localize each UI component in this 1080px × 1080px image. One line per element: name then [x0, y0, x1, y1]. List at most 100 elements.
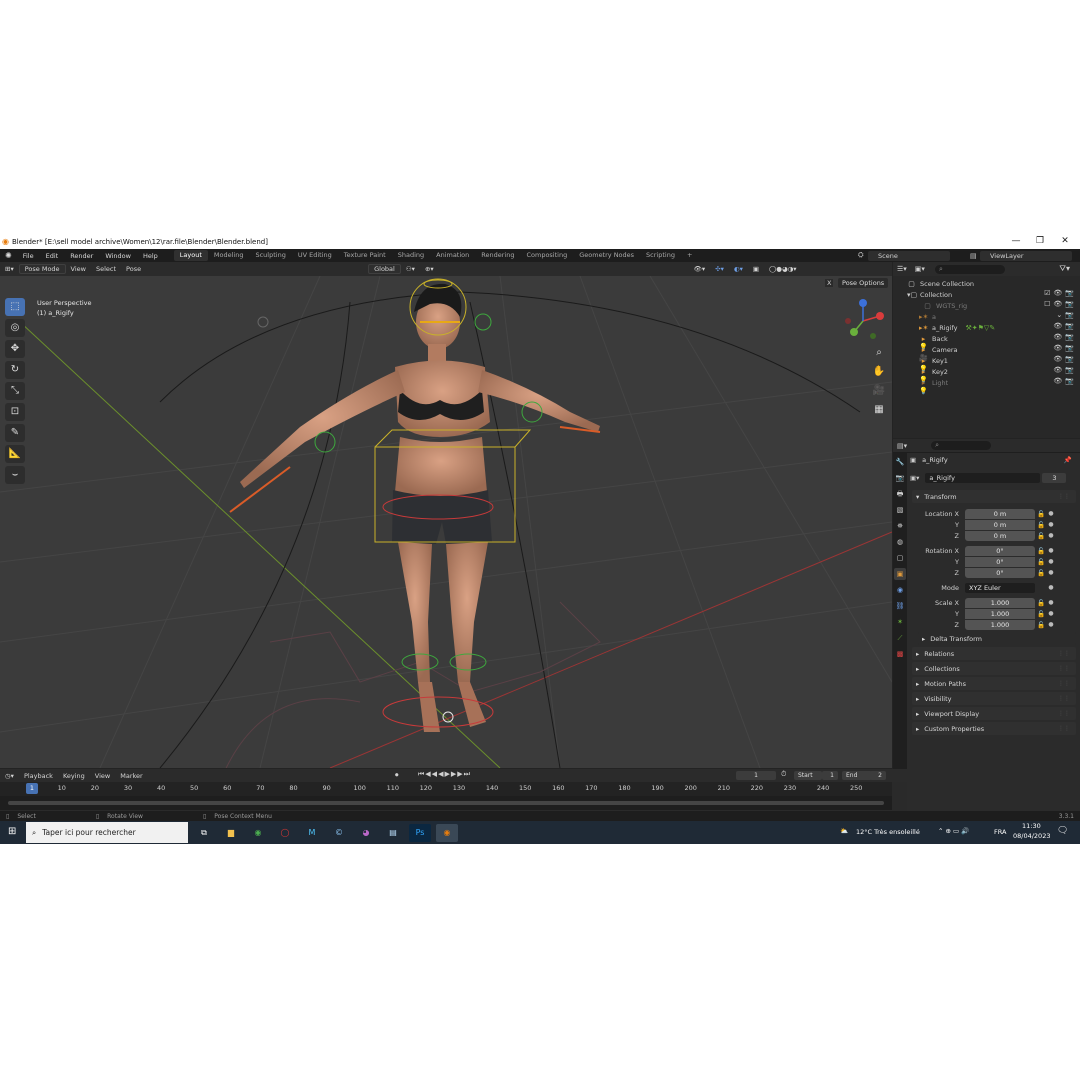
pan-view-icon[interactable]: ✋ [871, 364, 887, 380]
photoshop-icon[interactable]: Ps [409, 823, 431, 842]
menu-window[interactable]: Window [99, 252, 137, 260]
timeline-ruler[interactable]: 1 10 20 30 40 50 60 70 80 90 100 110 120 130 140 150 16… [0, 782, 892, 796]
overlay-toggle-icon[interactable]: ◐▾ [729, 265, 748, 273]
pose-menu[interactable]: Pose [121, 265, 146, 273]
move-tool-icon[interactable]: ✥ [5, 340, 25, 358]
chrome-icon[interactable]: ◉ [247, 824, 269, 842]
playback-menu[interactable]: Playback [19, 772, 58, 780]
timeline-track[interactable] [0, 796, 892, 810]
scene-tab-icon[interactable]: ⛯ [894, 520, 906, 532]
list-item[interactable]: ▾▢ Collection ☑👁📷 [893, 289, 1080, 300]
navigation-gizmo[interactable] [840, 298, 886, 344]
file-explorer-icon[interactable]: ▆ [220, 824, 242, 842]
ccleaner-icon[interactable]: © [328, 824, 350, 842]
notepad-icon[interactable]: ▤ [382, 824, 404, 842]
end-frame-field[interactable]: 2 [870, 771, 886, 780]
scale-y-field[interactable]: 1.000 [965, 608, 1035, 619]
visibility-icons[interactable]: 👁📷 [1053, 377, 1077, 385]
weather-text[interactable]: 12°C Très ensoleillé [856, 828, 920, 836]
display-mode-icon[interactable]: ▣▾ [915, 265, 925, 273]
tab-texture-paint[interactable]: Texture Paint [338, 250, 392, 261]
drag-handle-icon[interactable]: ⋮⋮ [1058, 725, 1070, 732]
gizmo-toggle-icon[interactable]: ✣▾ [710, 265, 729, 273]
world-tab-icon[interactable]: ◍ [894, 536, 906, 548]
keyframe-dot-icon[interactable]: ● [1047, 569, 1055, 576]
scene-collection-row[interactable]: ▢ Scene Collection [893, 278, 1080, 289]
list-item[interactable]: ▸✶ a_Rigify ⚒✦⚑▽✎ 👁📷 [893, 322, 1080, 333]
keying-menu[interactable]: Keying [58, 772, 90, 780]
scale-x-field[interactable]: 1.000 [965, 597, 1035, 608]
keyframe-dot-icon[interactable]: ● [1047, 558, 1055, 565]
motion-paths-panel[interactable]: ▸ Motion Paths ⋮⋮ [912, 677, 1076, 690]
tab-scripting[interactable]: Scripting [640, 250, 681, 261]
list-item[interactable]: ▸💡 Key2 👁📷 [893, 366, 1080, 384]
timeline-type-icon[interactable]: ◷▾ [0, 772, 19, 780]
tab-geometry-nodes[interactable]: Geometry Nodes [573, 250, 640, 261]
tray-icons[interactable]: ⌃ ⊕ ▭ 🔊 [938, 827, 969, 835]
tab-modeling[interactable]: Modeling [208, 250, 250, 261]
current-frame-field[interactable]: 1 [736, 771, 776, 780]
pose-options-button[interactable]: Pose Options [838, 278, 889, 288]
malwarebytes-icon[interactable]: M [301, 824, 323, 842]
xray-icon[interactable]: ▣ [748, 265, 764, 273]
tool-tab-icon[interactable]: 🔧 [894, 456, 906, 468]
tab-animation[interactable]: Animation [430, 250, 475, 261]
visibility-icons[interactable]: ☑👁📷 [1044, 289, 1077, 297]
taskbar-search-box[interactable]: ⌕ Taper ici pour rechercher [26, 822, 188, 843]
keyframe-dot-icon[interactable]: ● [1047, 532, 1055, 539]
texture-tab-icon[interactable]: ▩ [894, 648, 906, 660]
keyframe-dot-icon[interactable]: ● [1047, 584, 1055, 591]
menu-render[interactable]: Render [64, 252, 99, 260]
bone-tab-icon[interactable]: ⟋ [894, 632, 906, 644]
location-x-field[interactable]: 0 m [965, 508, 1035, 519]
lock-icon[interactable]: 🔓 [1035, 521, 1047, 529]
timeline-scrollbar[interactable] [8, 801, 884, 805]
visibility-icons[interactable]: 👁📷 [1053, 355, 1077, 363]
tab-uv-editing[interactable]: UV Editing [292, 250, 338, 261]
list-item[interactable]: ▸💡 Back 👁📷 [893, 333, 1080, 351]
orientation-selector[interactable]: Global [368, 264, 401, 274]
menu-file[interactable]: File [17, 252, 40, 260]
timeline-view-menu[interactable]: View [90, 772, 115, 780]
playhead[interactable]: 1 [26, 783, 38, 794]
keyframe-dot-icon[interactable]: ● [1047, 510, 1055, 517]
drag-handle-icon[interactable]: ⋮⋮ [1058, 680, 1070, 687]
drag-handle-icon[interactable]: ⋮⋮ [1058, 493, 1070, 500]
start-frame-field[interactable]: 1 [822, 771, 838, 780]
scene-selector[interactable]: Scene [868, 250, 950, 261]
tab-rendering[interactable]: Rendering [475, 250, 520, 261]
select-menu[interactable]: Select [91, 265, 121, 273]
datablock-browse-icon[interactable]: ▣▾ [910, 474, 919, 482]
clock-icon[interactable]: ⏱ [781, 770, 786, 779]
transform-tool-icon[interactable]: ⊡ [5, 403, 25, 421]
task-view-icon[interactable]: ⧉ [193, 824, 215, 842]
tab-compositing[interactable]: Compositing [520, 250, 573, 261]
visibility-icons[interactable]: 👁📷 [1053, 322, 1077, 330]
rotation-y-field[interactable]: 0° [965, 556, 1035, 567]
editor-type-button[interactable]: ⊞▾ [0, 265, 19, 273]
drag-handle-icon[interactable]: ⋮⋮ [1058, 650, 1070, 657]
lock-icon[interactable]: 🔓 [1035, 610, 1047, 618]
visibility-icons[interactable]: ⌄📷 [1056, 311, 1077, 319]
visibility-icons[interactable]: 👁📷 [1053, 333, 1077, 341]
visibility-panel[interactable]: ▸ Visibility ⋮⋮ [912, 692, 1076, 705]
marker-menu[interactable]: Marker [115, 772, 147, 780]
transform-panel-header[interactable]: ▾ Transform ⋮⋮ [912, 490, 1076, 503]
users-count[interactable]: 3 [1042, 472, 1067, 483]
rotate-tool-icon[interactable]: ↻ [5, 361, 25, 379]
view-menu[interactable]: View [66, 265, 91, 273]
minimize-button[interactable]: — [1004, 234, 1028, 249]
add-workspace-button[interactable]: + [681, 250, 698, 261]
select-box-tool-icon[interactable]: ⬚ [5, 298, 25, 316]
cursor-tool-icon[interactable]: ◎ [5, 319, 25, 337]
weather-icon[interactable]: ⛅ [840, 827, 848, 835]
location-z-field[interactable]: 0 m [965, 530, 1035, 541]
physics-tab-icon[interactable]: ◉ [894, 584, 906, 596]
armature-data-tab-icon[interactable]: ✶ [894, 616, 906, 628]
zoom-view-icon[interactable]: ⌕ [871, 345, 887, 361]
keyframe-dot-icon[interactable]: ● [1047, 521, 1055, 528]
output-tab-icon[interactable]: 🖶 [894, 488, 906, 500]
pin-icon[interactable]: 📌 [1064, 456, 1072, 464]
annotate-tool-icon[interactable]: ✎ [5, 424, 25, 442]
visibility-icons[interactable]: ☐👁📷 [1044, 300, 1077, 308]
